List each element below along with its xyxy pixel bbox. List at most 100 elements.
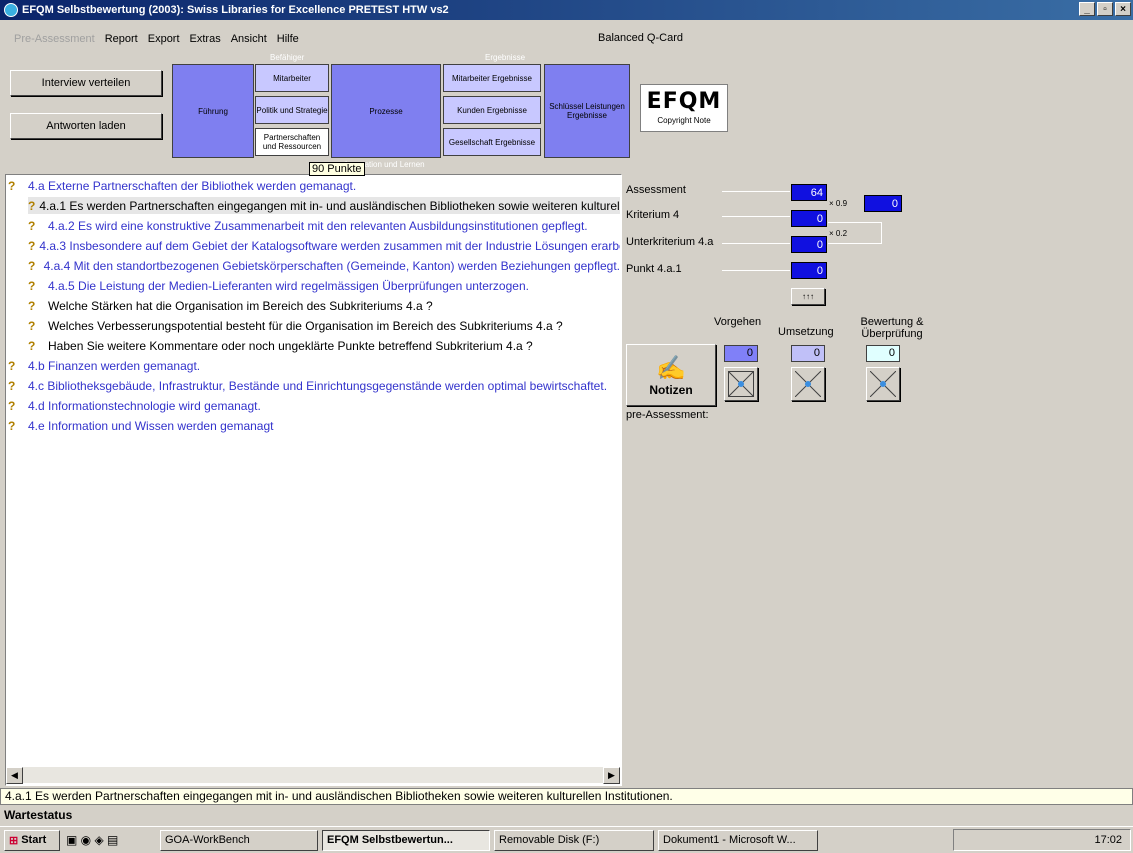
tree-item[interactable]: ? 4.a.2 Es wird eine konstruktive Zusamme…: [28, 217, 620, 234]
taskbar: ⊞ Start ▣ ◉ ◈ ▤ GOA-WorkBench EFQM Selbst…: [0, 826, 1133, 853]
task-removable-disk[interactable]: Removable Disk (F:): [494, 829, 654, 851]
tree-item-label: 4.a.3 Insbesondere auf dem Gebiet der Ka…: [39, 238, 620, 253]
task-goa-workbench[interactable]: GOA-WorkBench: [160, 829, 318, 851]
tree-item[interactable]: ? 4.a Externe Partnerschaften der Bibliot…: [8, 177, 620, 194]
tree-item-label: 4.d Informationstechnologie wird gemanag…: [28, 398, 261, 413]
tree-item-label: Haben Sie weitere Kommentare oder noch u…: [48, 338, 533, 353]
partnerschaften-box[interactable]: Partnerschaften und Ressourcen: [255, 128, 329, 156]
close-button[interactable]: ×: [1115, 2, 1131, 16]
umsetzung-slider-icon[interactable]: [791, 367, 825, 401]
unterkriterium-label: Unterkriterium 4.a: [626, 236, 714, 248]
tree-item-label: 4.b Finanzen werden gemanagt.: [28, 358, 201, 373]
question-bubble-icon: ?: [8, 378, 16, 393]
pre-assessment-label: pre-Assessment:: [626, 409, 709, 421]
umsetzung-score[interactable]: 0: [791, 345, 825, 362]
question-bubble-icon: ?: [28, 278, 36, 293]
total-value: 0: [864, 195, 902, 212]
question-bubble-icon: ?: [28, 218, 36, 233]
balanced-q-card-label[interactable]: Balanced Q-Card: [598, 32, 683, 44]
windows-logo-icon: ⊞: [9, 834, 19, 847]
tree-item-label: 4.a Externe Partnerschaften der Biblioth…: [28, 178, 357, 193]
ergebnisse-label: Ergebnisse: [485, 53, 526, 62]
question-bubble-icon: ?: [28, 238, 36, 253]
scroll-right-arrow[interactable]: ▶: [603, 767, 620, 784]
tree-item[interactable]: ? Welches Verbesserungspotential besteht …: [28, 317, 620, 334]
menu-pre-assessment: Pre-Assessment: [14, 33, 95, 45]
tree-item[interactable]: ? 4.c Bibliotheksgebäude, Infrastruktur, …: [8, 377, 620, 394]
vorgehen-score[interactable]: 0: [724, 345, 758, 362]
unterkriterium-value: 0: [791, 236, 827, 253]
question-bubble-icon: ?: [28, 298, 36, 313]
vorgehen-slider-icon[interactable]: [724, 367, 758, 401]
points-tooltip: 90 Punkte: [309, 162, 365, 176]
tree-item[interactable]: ? Haben Sie weitere Kommentare oder noch …: [28, 337, 620, 354]
notizen-button[interactable]: ✍ Notizen: [626, 344, 716, 406]
minimize-button[interactable]: _: [1079, 2, 1095, 16]
punkt-label: Punkt 4.a.1: [626, 263, 682, 275]
gesellschaft-ergebnisse-box[interactable]: Gesellschaft Ergebnisse: [443, 128, 541, 156]
question-bubble-icon: ?: [8, 398, 16, 413]
start-label: Start: [21, 834, 47, 846]
tree-item[interactable]: ? 4.a.1 Es werden Partnerschaften eingega…: [28, 197, 620, 214]
tree-item[interactable]: ? 4.e Information und Wissen werden geman…: [8, 417, 620, 434]
horizontal-scrollbar[interactable]: ◀ ▶: [6, 766, 620, 784]
kriterium-value: 0: [791, 210, 827, 227]
antworten-laden-button[interactable]: Antworten laden: [10, 113, 162, 139]
menu-hilfe[interactable]: Hilfe: [277, 33, 299, 45]
efqm-logo[interactable]: EFQM Copyright Note: [640, 84, 728, 132]
fuehrung-box[interactable]: Führung: [172, 64, 254, 158]
question-bubble-icon: ?: [28, 338, 36, 353]
question-bubble-icon: ?: [28, 198, 36, 213]
tree-item-label: 4.c Bibliotheksgebäude, Infrastruktur, B…: [28, 378, 608, 393]
up-arrows-button[interactable]: ↑↑↑: [791, 288, 825, 305]
task-efqm[interactable]: EFQM Selbstbewertun...: [322, 829, 490, 851]
app-icon: [4, 3, 18, 17]
umsetzung-label: Umsetzung: [778, 326, 834, 338]
tree-item[interactable]: ? 4.d Informationstechnologie wird gemana…: [8, 397, 620, 414]
start-button[interactable]: ⊞ Start: [4, 829, 60, 851]
question-bubble-icon: ?: [28, 258, 36, 273]
tree-item[interactable]: ? 4.a.5 Die Leistung der Medien-Lieferant…: [28, 277, 620, 294]
menu-bar: Pre-Assessment Report Export Extras Ansi…: [0, 30, 1133, 48]
politik-box[interactable]: Politik und Strategie: [255, 96, 329, 124]
tree-item[interactable]: ? 4.a.3 Insbesondere auf dem Gebiet der K…: [28, 237, 620, 254]
scroll-left-arrow[interactable]: ◀: [6, 767, 23, 784]
menu-extras[interactable]: Extras: [190, 33, 221, 45]
criteria-tree[interactable]: ? 4.a Externe Partnerschaften der Bibliot…: [5, 174, 622, 786]
menu-report[interactable]: Report: [105, 33, 138, 45]
bewertung-slider-icon[interactable]: [866, 367, 900, 401]
description-statusbar: 4.a.1 Es werden Partnerschaften eingegan…: [0, 788, 1133, 805]
notepad-pen-icon: ✍: [656, 354, 686, 382]
maximize-button[interactable]: ▫: [1097, 2, 1113, 16]
tree-item[interactable]: ? 4.a.4 Mit den standortbezogenen Gebiets…: [28, 257, 620, 274]
befaehiger-label: Befähiger: [270, 53, 305, 62]
assessment-value: 64: [791, 184, 827, 201]
tree-item-label: 4.a.4 Mit den standortbezogenen Gebietsk…: [43, 258, 620, 273]
tree-item[interactable]: ? 4.b Finanzen werden gemanagt.: [8, 357, 620, 374]
assessment-label: Assessment: [626, 184, 686, 196]
interview-verteilen-button[interactable]: Interview verteilen: [10, 70, 162, 96]
tree-item-label: Welches Verbesserungspotential besteht f…: [48, 318, 563, 333]
tree-item-label: 4.a.1 Es werden Partnerschaften eingegan…: [39, 198, 620, 213]
question-bubble-icon: ?: [8, 418, 16, 433]
kunden-ergebnisse-box[interactable]: Kunden Ergebnisse: [443, 96, 541, 124]
question-bubble-icon: ?: [8, 178, 16, 193]
mitarbeiter-ergebnisse-box[interactable]: Mitarbeiter Ergebnisse: [443, 64, 541, 92]
tree-item-label: 4.a.5 Die Leistung der Medien-Lieferante…: [48, 278, 529, 293]
clock: 17:02: [1094, 834, 1122, 846]
menu-export[interactable]: Export: [148, 33, 180, 45]
task-word-document[interactable]: Dokument1 - Microsoft W...: [658, 829, 818, 851]
prozesse-box[interactable]: Prozesse: [331, 64, 441, 158]
kriterium-label: Kriterium 4: [626, 209, 680, 221]
menu-ansicht[interactable]: Ansicht: [231, 33, 267, 45]
wait-status: Wartestatus: [4, 808, 73, 822]
punkt-value: 0: [791, 262, 827, 279]
schluessel-ergebnisse-box[interactable]: Schlüssel Leistungen Ergebnisse: [544, 64, 630, 158]
mitarbeiter-box[interactable]: Mitarbeiter: [255, 64, 329, 92]
tree-item-label: Welche Stärken hat die Organisation im B…: [48, 298, 433, 313]
title-bar: EFQM Selbstbewertung (2003): Swiss Libra…: [0, 0, 1133, 20]
question-bubble-icon: ?: [8, 358, 16, 373]
quick-launch[interactable]: ▣ ◉ ◈ ▤: [66, 833, 156, 847]
bewertung-score[interactable]: 0: [866, 345, 900, 362]
tree-item[interactable]: ? Welche Stärken hat die Organisation im …: [28, 297, 620, 314]
